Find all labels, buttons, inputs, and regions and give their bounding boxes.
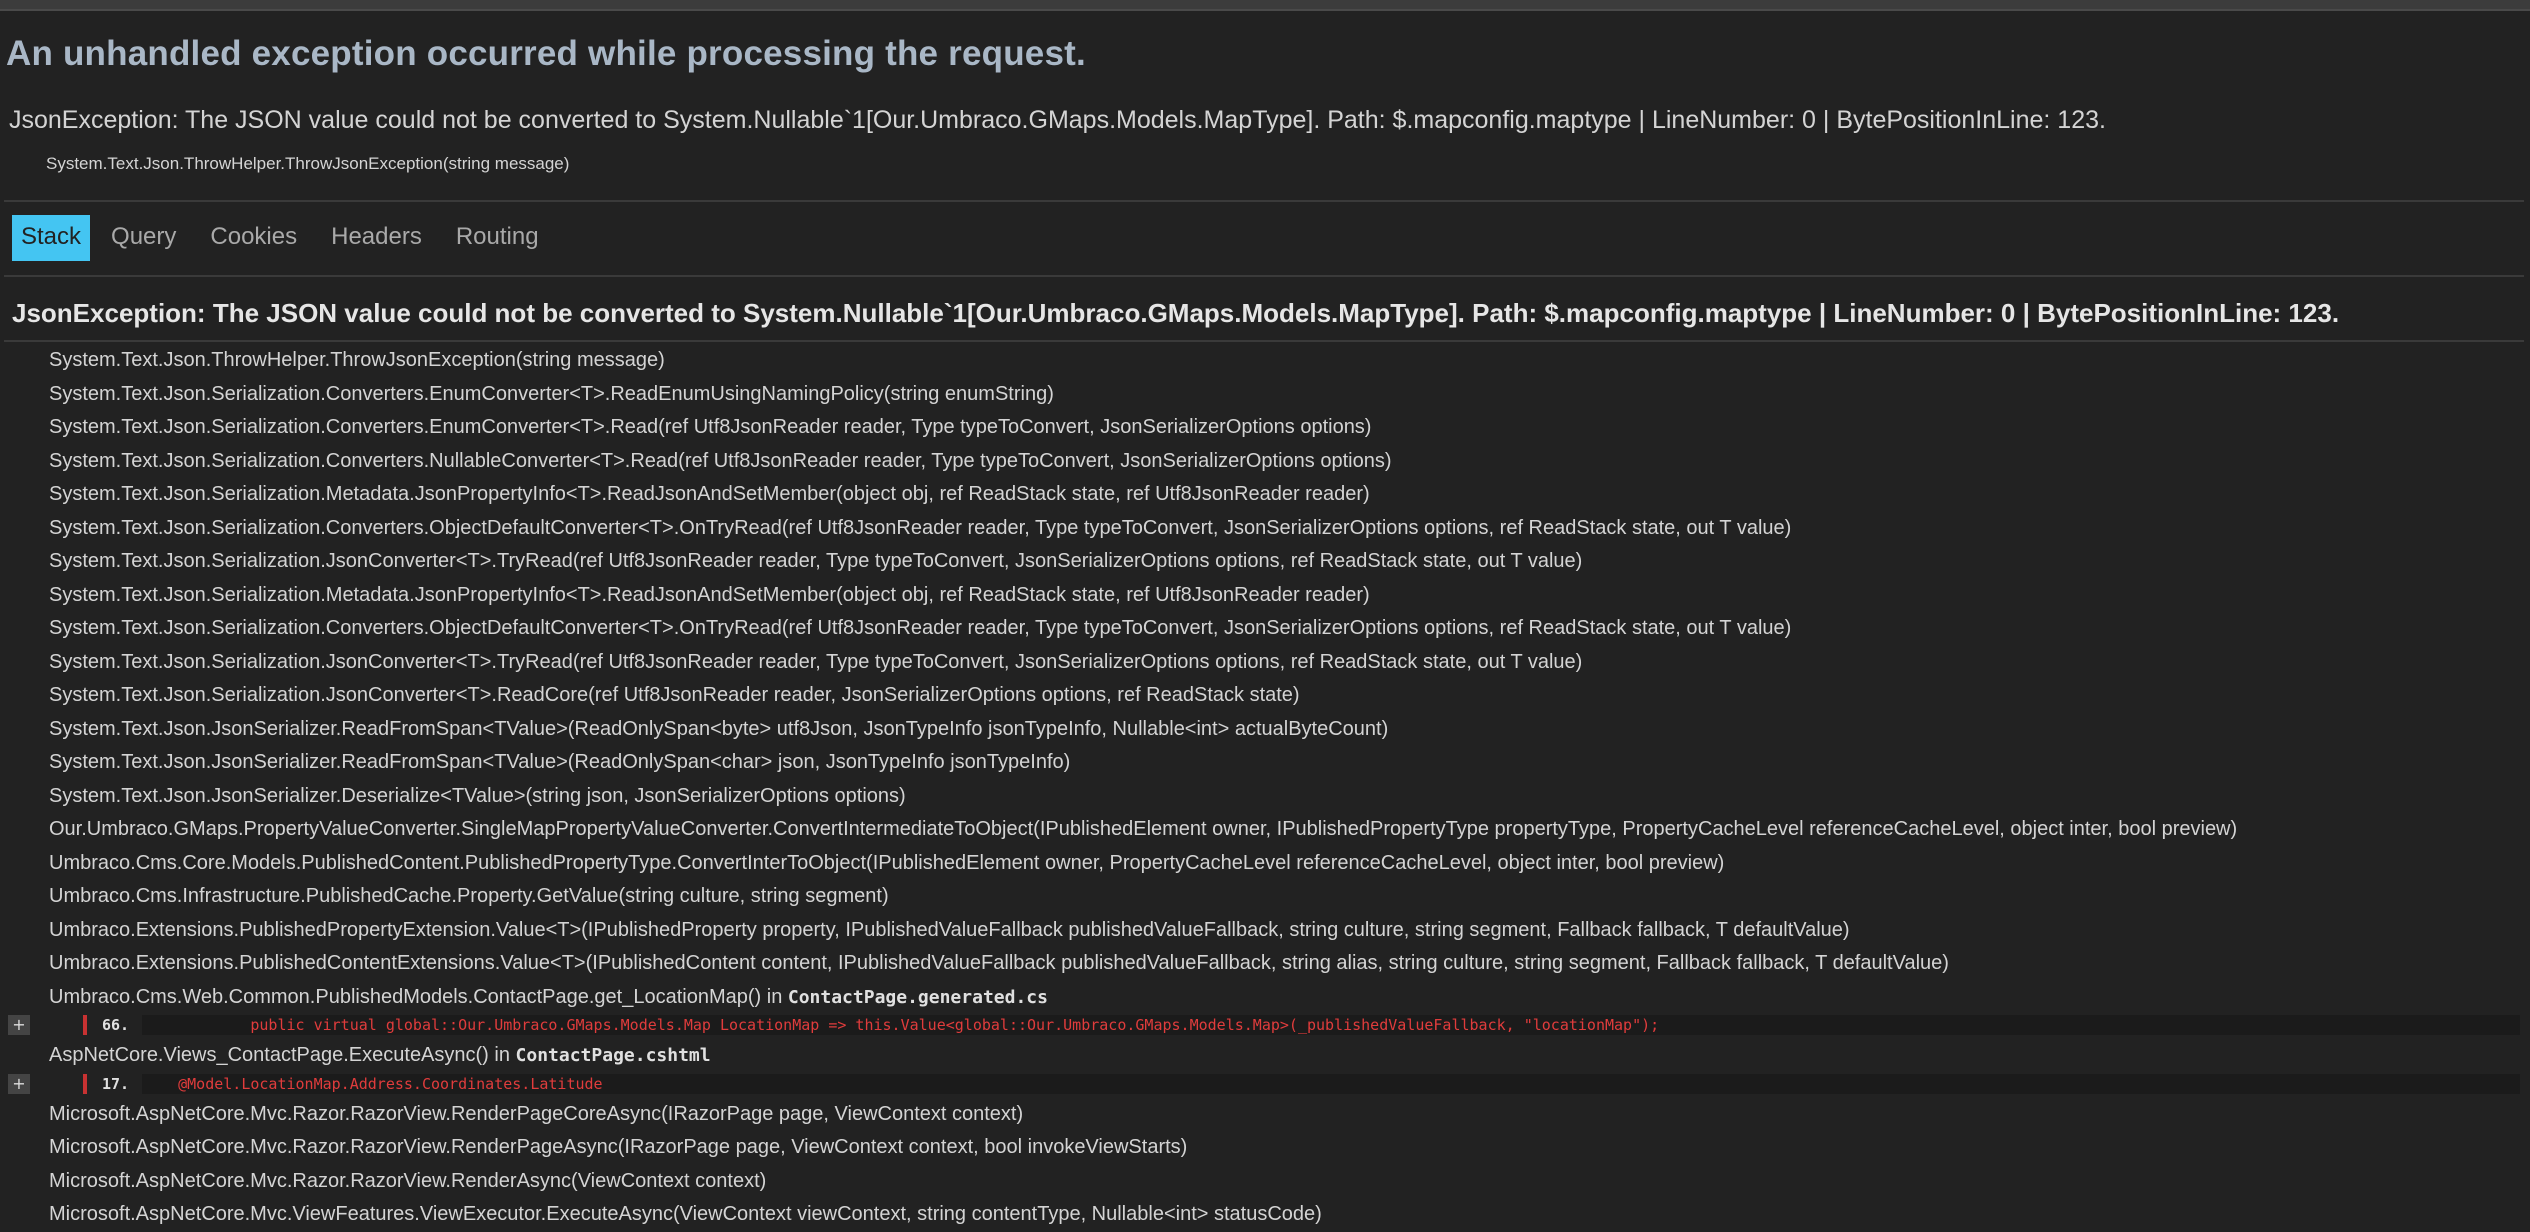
frame-method: Umbraco.Cms.Web.Common.PublishedModels.C… [49,985,788,1008]
stack-frames: System.Text.Json.ThrowHelper.ThrowJsonEx… [0,344,2530,1232]
stack-frame: System.Text.Json.Serialization.Metadata.… [49,483,1370,505]
stack-frame: Microsoft.AspNetCore.Mvc.Razor.RazorView… [49,1102,1024,1125]
source-code-line: public virtual global::Our.Umbraco.GMaps… [142,1016,1660,1034]
tab-stack[interactable]: Stack [12,215,91,261]
stack-frame: Microsoft.AspNetCore.Mvc.Razor.RazorView… [49,1136,1188,1158]
stack-frame: Umbraco.Extensions.PublishedContentExten… [49,952,1949,974]
stack-frame: System.Text.Json.ThrowHelper.ThrowJsonEx… [49,349,665,371]
stack-frame: System.Text.Json.Serialization.Converter… [49,382,1054,405]
stack-frame: System.Text.Json.JsonSerializer.ReadFrom… [49,751,1071,773]
stack-frame: System.Text.Json.Serialization.JsonConve… [49,684,1300,706]
error-line-marker [83,1073,87,1094]
stack-frame: System.Text.Json.Serialization.Converter… [49,516,1792,539]
stack-frame: Umbraco.Extensions.PublishedPropertyExte… [49,918,1850,941]
stack-frame-with-source: Umbraco.Cms.Web.Common.PublishedModels.C… [0,981,2530,1015]
stack-frame: System.Text.Json.Serialization.Metadata.… [49,583,1370,606]
error-line-marker [83,1015,87,1035]
line-number: 17. [102,1074,130,1093]
stack-frame: System.Text.Json.Serialization.Converter… [49,416,1372,438]
code-line-background: @Model.LocationMap.Address.Coordinates.L… [142,1073,2520,1094]
divider [4,275,2524,277]
tab-headers[interactable]: Headers [322,215,431,261]
expand-source-button[interactable]: + [8,1073,30,1094]
frame-method: AspNetCore.Views_ContactPage.ExecuteAsyn… [49,1044,516,1066]
source-snippet: + 66. public virtual global::Our.Umbraco… [0,1015,2520,1035]
expand-source-button[interactable]: + [8,1015,30,1035]
page-title: An unhandled exception occurred while pr… [6,34,1086,73]
stack-frame: System.Text.Json.Serialization.JsonConve… [49,550,1583,572]
stack-frame: Microsoft.AspNetCore.Mvc.ViewFeatures.Vi… [49,1203,1322,1225]
code-line-background: public virtual global::Our.Umbraco.GMaps… [142,1015,2520,1035]
browser-top-bar [0,0,2530,11]
stack-frame: System.Text.Json.JsonSerializer.ReadFrom… [49,717,1389,740]
error-message: JsonException: The JSON value could not … [9,106,2106,134]
stack-frame: System.Text.Json.JsonSerializer.Deserial… [49,784,906,807]
stack-frame-with-source: AspNetCore.Views_ContactPage.ExecuteAsyn… [0,1039,2530,1073]
error-location: System.Text.Json.ThrowHelper.ThrowJsonEx… [46,154,570,173]
stack-frame: Umbraco.Cms.Core.Models.PublishedContent… [49,851,1725,874]
frame-file: ContactPage.cshtml [515,1045,711,1066]
source-code-line: @Model.LocationMap.Address.Coordinates.L… [142,1074,603,1093]
frame-file: ContactPage.generated.cs [787,986,1048,1008]
divider [4,340,2524,342]
tab-cookies[interactable]: Cookies [201,215,306,261]
tab-query[interactable]: Query [102,215,185,261]
line-number: 66. [102,1016,130,1034]
stack-frame: System.Text.Json.Serialization.Converter… [49,449,1392,472]
stack-frame: Microsoft.AspNetCore.Mvc.Razor.RazorView… [49,1169,767,1192]
tab-bar: Stack Query Cookies Headers Routing [12,215,564,261]
stack-frame: Umbraco.Cms.Infrastructure.PublishedCach… [49,885,889,907]
divider [4,200,2524,202]
exception-title: JsonException: The JSON value could not … [12,298,2340,328]
stack-frame: System.Text.Json.Serialization.Converter… [49,617,1792,639]
stack-frame: Our.Umbraco.GMaps.PropertyValueConverter… [49,818,2238,840]
source-snippet: + 17. @Model.LocationMap.Address.Coordin… [0,1073,2520,1094]
tab-routing[interactable]: Routing [447,215,548,261]
stack-frame: System.Text.Json.Serialization.JsonConve… [49,650,1583,673]
